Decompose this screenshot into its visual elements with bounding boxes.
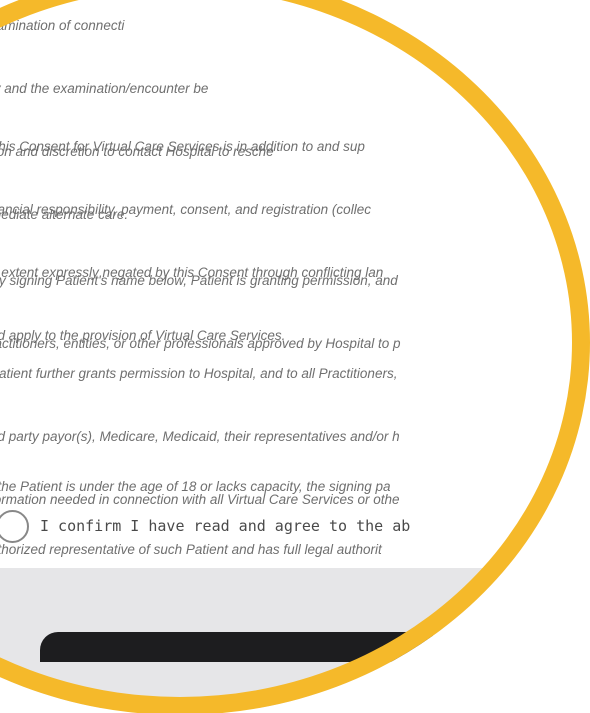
confirm-agreement-row[interactable]: I confirm I have read and agree to the a…: [0, 510, 590, 550]
consent-line: nancial responsibility, payment, consent…: [0, 202, 371, 217]
device-bottom-edge: [40, 632, 440, 662]
consent-line: Patient further grants permission to Hos…: [0, 366, 398, 381]
consent-line: xamination of connecti: [0, 18, 125, 33]
consent-line: By signing Patient's name below, Patient…: [0, 273, 398, 288]
consent-line: This Consent for Virtual Care Services i…: [0, 139, 365, 154]
magnifier-lens: xamination of connecti ty and the examin…: [0, 0, 590, 713]
zoom-stage: xamination of connecti ty and the examin…: [0, 0, 590, 713]
consent-line: f the Patient is under the age of 18 or …: [0, 479, 391, 494]
confirm-radio-button[interactable]: [0, 510, 29, 543]
confirm-agreement-label[interactable]: I confirm I have read and agree to the a…: [40, 517, 410, 535]
consent-document: xamination of connecti ty and the examin…: [0, 0, 590, 708]
